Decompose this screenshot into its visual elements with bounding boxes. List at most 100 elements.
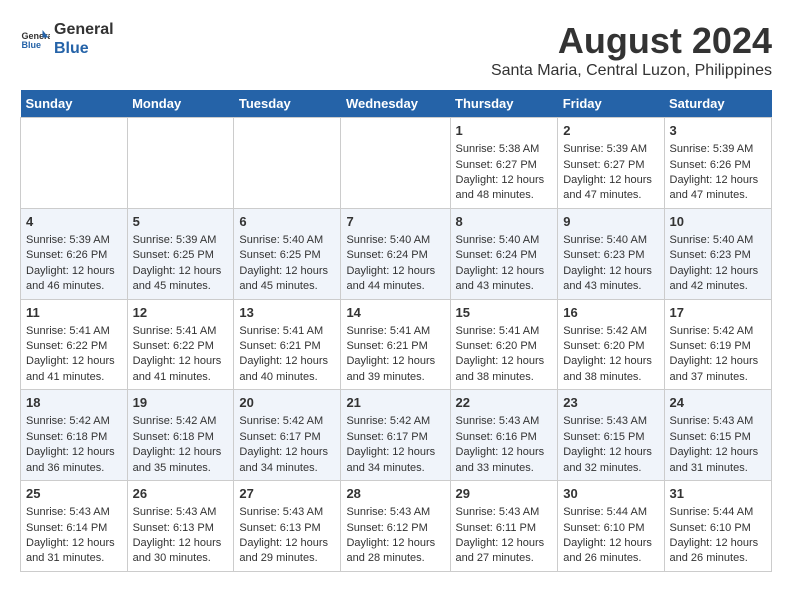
page-title: August 2024	[491, 20, 772, 62]
header-day-thursday: Thursday	[450, 90, 558, 118]
calendar-table: SundayMondayTuesdayWednesdayThursdayFrid…	[20, 90, 772, 572]
day-number: 17	[670, 304, 767, 322]
day-content: Sunrise: 5:40 AM Sunset: 6:25 PM Dayligh…	[239, 233, 335, 295]
day-number: 21	[346, 394, 444, 412]
calendar-cell: 9 Sunrise: 5:40 AM Sunset: 6:23 PM Daylig…	[558, 208, 664, 299]
title-block: August 2024 Santa Maria, Central Luzon, …	[491, 20, 772, 80]
day-number: 10	[670, 213, 767, 231]
logo-line1: General	[54, 20, 114, 39]
calendar-header: SundayMondayTuesdayWednesdayThursdayFrid…	[21, 90, 772, 118]
day-number: 25	[26, 485, 122, 503]
day-content: Sunrise: 5:41 AM Sunset: 6:21 PM Dayligh…	[346, 324, 444, 386]
day-content: Sunrise: 5:44 AM Sunset: 6:10 PM Dayligh…	[670, 505, 767, 567]
calendar-cell: 23 Sunrise: 5:43 AM Sunset: 6:15 PM Dayli…	[558, 390, 664, 481]
day-content: Sunrise: 5:43 AM Sunset: 6:11 PM Dayligh…	[456, 505, 553, 567]
day-number: 9	[563, 213, 658, 231]
calendar-cell: 15Sunrise: 5:41 AM Sunset: 6:20 PM Dayli…	[450, 299, 558, 390]
week-row-2: 4Sunrise: 5:39 AM Sunset: 6:26 PM Daylig…	[21, 208, 772, 299]
day-number: 31	[670, 485, 767, 503]
calendar-cell: 22Sunrise: 5:43 AM Sunset: 6:16 PM Dayli…	[450, 390, 558, 481]
week-row-4: 18 Sunrise: 5:42 AM Sunset: 6:18 PM Dayli…	[21, 390, 772, 481]
calendar-cell: 20 Sunrise: 5:42 AM Sunset: 6:17 PM Dayli…	[234, 390, 341, 481]
day-number: 23	[563, 394, 658, 412]
day-content: Sunrise: 5:40 AM Sunset: 6:24 PM Dayligh…	[456, 233, 553, 295]
day-number: 26	[133, 485, 229, 503]
day-content: Sunrise: 5:39 AM Sunset: 6:26 PM Dayligh…	[670, 142, 767, 204]
day-content: Sunrise: 5:41 AM Sunset: 6:21 PM Dayligh…	[239, 324, 335, 386]
week-row-1: 1Sunrise: 5:38 AM Sunset: 6:27 PM Daylig…	[21, 118, 772, 209]
calendar-cell: 28 Sunrise: 5:43 AM Sunset: 6:12 PM Dayli…	[341, 481, 450, 572]
calendar-cell: 5Sunrise: 5:39 AM Sunset: 6:25 PM Daylig…	[127, 208, 234, 299]
day-number: 27	[239, 485, 335, 503]
day-content: Sunrise: 5:42 AM Sunset: 6:18 PM Dayligh…	[26, 414, 122, 476]
logo-icon: General Blue	[20, 24, 50, 54]
day-number: 3	[670, 122, 767, 140]
day-number: 14	[346, 304, 444, 322]
day-content: Sunrise: 5:42 AM Sunset: 6:19 PM Dayligh…	[670, 324, 767, 386]
day-number: 4	[26, 213, 122, 231]
calendar-cell: 12 Sunrise: 5:41 AM Sunset: 6:22 PM Dayli…	[127, 299, 234, 390]
day-number: 6	[239, 213, 335, 231]
day-number: 7	[346, 213, 444, 231]
calendar-cell: 2 Sunrise: 5:39 AM Sunset: 6:27 PM Daylig…	[558, 118, 664, 209]
calendar-cell	[21, 118, 128, 209]
header-day-sunday: Sunday	[21, 90, 128, 118]
day-content: Sunrise: 5:43 AM Sunset: 6:15 PM Dayligh…	[563, 414, 658, 476]
svg-text:Blue: Blue	[22, 40, 42, 50]
calendar-cell: 29Sunrise: 5:43 AM Sunset: 6:11 PM Dayli…	[450, 481, 558, 572]
header-day-friday: Friday	[558, 90, 664, 118]
day-content: Sunrise: 5:40 AM Sunset: 6:23 PM Dayligh…	[563, 233, 658, 295]
calendar-cell: 30 Sunrise: 5:44 AM Sunset: 6:10 PM Dayli…	[558, 481, 664, 572]
day-content: Sunrise: 5:42 AM Sunset: 6:17 PM Dayligh…	[239, 414, 335, 476]
day-content: Sunrise: 5:41 AM Sunset: 6:22 PM Dayligh…	[26, 324, 122, 386]
header-day-wednesday: Wednesday	[341, 90, 450, 118]
day-number: 19	[133, 394, 229, 412]
calendar-cell: 24 Sunrise: 5:43 AM Sunset: 6:15 PM Dayli…	[664, 390, 772, 481]
header-day-saturday: Saturday	[664, 90, 772, 118]
day-content: Sunrise: 5:43 AM Sunset: 6:13 PM Dayligh…	[133, 505, 229, 567]
calendar-cell: 4Sunrise: 5:39 AM Sunset: 6:26 PM Daylig…	[21, 208, 128, 299]
header-day-monday: Monday	[127, 90, 234, 118]
week-row-3: 11Sunrise: 5:41 AM Sunset: 6:22 PM Dayli…	[21, 299, 772, 390]
day-content: Sunrise: 5:43 AM Sunset: 6:13 PM Dayligh…	[239, 505, 335, 567]
page-header: General Blue General Blue August 2024 Sa…	[20, 20, 772, 80]
logo: General Blue General Blue	[20, 20, 114, 58]
calendar-cell: 31 Sunrise: 5:44 AM Sunset: 6:10 PM Dayli…	[664, 481, 772, 572]
calendar-cell: 17 Sunrise: 5:42 AM Sunset: 6:19 PM Dayli…	[664, 299, 772, 390]
calendar-cell: 7Sunrise: 5:40 AM Sunset: 6:24 PM Daylig…	[341, 208, 450, 299]
logo-line2: Blue	[54, 39, 114, 58]
calendar-cell: 26 Sunrise: 5:43 AM Sunset: 6:13 PM Dayli…	[127, 481, 234, 572]
day-content: Sunrise: 5:43 AM Sunset: 6:12 PM Dayligh…	[346, 505, 444, 567]
page-subtitle: Santa Maria, Central Luzon, Philippines	[491, 62, 772, 80]
calendar-cell: 10 Sunrise: 5:40 AM Sunset: 6:23 PM Dayli…	[664, 208, 772, 299]
day-number: 1	[456, 122, 553, 140]
day-number: 8	[456, 213, 553, 231]
day-number: 2	[563, 122, 658, 140]
day-content: Sunrise: 5:44 AM Sunset: 6:10 PM Dayligh…	[563, 505, 658, 567]
calendar-cell	[234, 118, 341, 209]
calendar-cell: 27 Sunrise: 5:43 AM Sunset: 6:13 PM Dayli…	[234, 481, 341, 572]
calendar-body: 1Sunrise: 5:38 AM Sunset: 6:27 PM Daylig…	[21, 118, 772, 572]
day-number: 20	[239, 394, 335, 412]
calendar-cell: 11Sunrise: 5:41 AM Sunset: 6:22 PM Dayli…	[21, 299, 128, 390]
day-number: 12	[133, 304, 229, 322]
day-content: Sunrise: 5:42 AM Sunset: 6:17 PM Dayligh…	[346, 414, 444, 476]
day-content: Sunrise: 5:43 AM Sunset: 6:15 PM Dayligh…	[670, 414, 767, 476]
day-content: Sunrise: 5:39 AM Sunset: 6:27 PM Dayligh…	[563, 142, 658, 204]
day-number: 16	[563, 304, 658, 322]
calendar-cell	[341, 118, 450, 209]
calendar-cell: 25Sunrise: 5:43 AM Sunset: 6:14 PM Dayli…	[21, 481, 128, 572]
day-number: 30	[563, 485, 658, 503]
calendar-cell: 18 Sunrise: 5:42 AM Sunset: 6:18 PM Dayli…	[21, 390, 128, 481]
calendar-cell: 1Sunrise: 5:38 AM Sunset: 6:27 PM Daylig…	[450, 118, 558, 209]
day-number: 18	[26, 394, 122, 412]
header-day-tuesday: Tuesday	[234, 90, 341, 118]
day-number: 24	[670, 394, 767, 412]
day-content: Sunrise: 5:40 AM Sunset: 6:23 PM Dayligh…	[670, 233, 767, 295]
day-number: 28	[346, 485, 444, 503]
day-content: Sunrise: 5:41 AM Sunset: 6:20 PM Dayligh…	[456, 324, 553, 386]
day-content: Sunrise: 5:42 AM Sunset: 6:20 PM Dayligh…	[563, 324, 658, 386]
calendar-cell: 21 Sunrise: 5:42 AM Sunset: 6:17 PM Dayli…	[341, 390, 450, 481]
calendar-cell: 3 Sunrise: 5:39 AM Sunset: 6:26 PM Daylig…	[664, 118, 772, 209]
day-content: Sunrise: 5:41 AM Sunset: 6:22 PM Dayligh…	[133, 324, 229, 386]
